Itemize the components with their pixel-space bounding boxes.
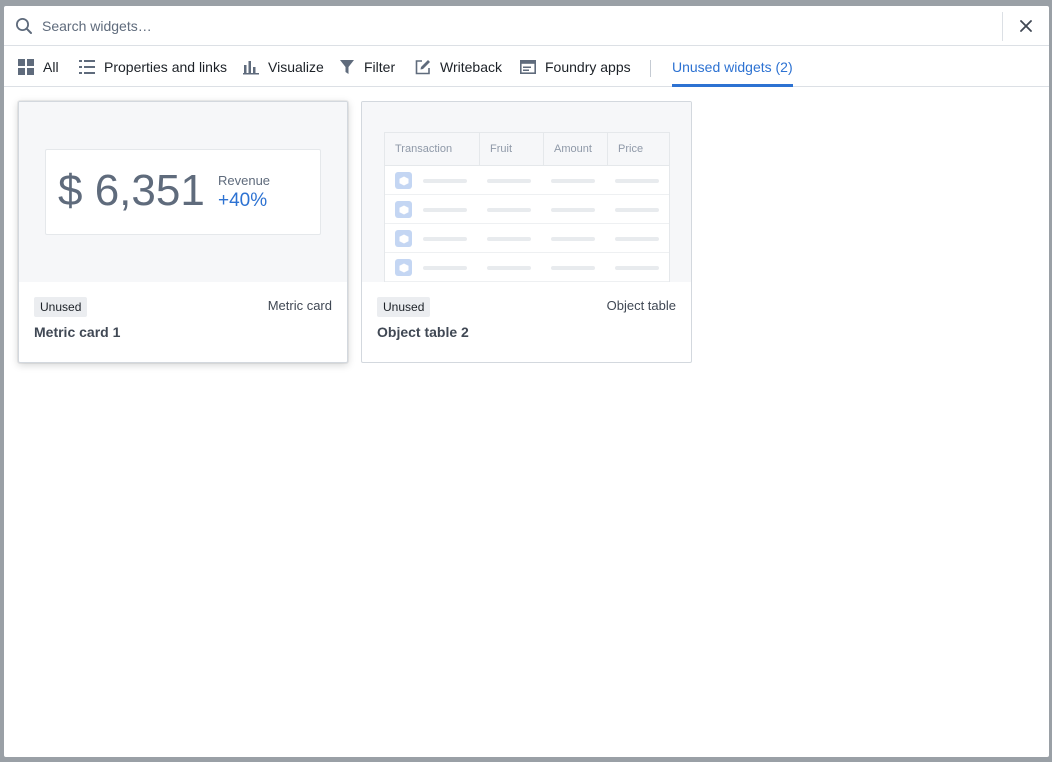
placeholder-bar: [551, 208, 595, 212]
placeholder-bar: [487, 208, 531, 212]
search-input[interactable]: [42, 12, 992, 40]
placeholder-bar: [487, 237, 531, 241]
placeholder-bar: [423, 179, 467, 183]
widget-type: Metric card: [267, 298, 332, 313]
tab-filter[interactable]: Filter: [339, 46, 395, 87]
list-icon: [79, 59, 95, 74]
column-header: Transaction: [385, 133, 480, 166]
table-row: [385, 253, 669, 282]
placeholder-bar: [551, 179, 595, 183]
tab-foundry-apps[interactable]: Foundry apps: [520, 46, 631, 87]
widget-preview: Transaction Fruit Amount Price: [362, 102, 691, 282]
tab-label: Filter: [364, 58, 396, 75]
placeholder-bar: [615, 179, 659, 183]
table-row: [385, 195, 669, 224]
tab-all[interactable]: All: [18, 46, 59, 87]
grid-icon: [18, 58, 34, 75]
widget-type: Object table: [606, 298, 676, 313]
search-icon: [16, 18, 32, 34]
card-footer: Unused Object table Object table 2: [362, 282, 691, 362]
column-header: Price: [618, 143, 644, 155]
widget-card-metric-card[interactable]: $ 6,351 Revenue +40% Unused Metric card …: [18, 101, 348, 363]
placeholder-bar: [615, 266, 659, 270]
placeholder-bar: [551, 237, 595, 241]
tab-label: Properties and links: [104, 58, 227, 75]
table-row: [385, 166, 669, 195]
placeholder-bar: [487, 179, 531, 183]
tab-divider: [650, 60, 651, 77]
unused-tag: Unused: [377, 297, 431, 317]
bar-chart-icon: [243, 60, 259, 74]
tab-properties-and-links[interactable]: Properties and links: [79, 46, 227, 87]
cube-icon: [395, 230, 412, 247]
application-icon: [520, 59, 536, 74]
placeholder-bar: [423, 237, 467, 241]
cube-icon: [395, 201, 412, 218]
tab-label: Visualize: [268, 58, 324, 75]
widget-title: Metric card 1: [34, 324, 121, 340]
cube-icon: [395, 172, 412, 189]
close-icon: [1020, 20, 1032, 32]
tab-writeback[interactable]: Writeback: [415, 46, 502, 87]
tab-label: Foundry apps: [545, 58, 631, 75]
filter-icon: [340, 59, 354, 74]
add-widget-dialog: All Properties and links Visualize Fil: [4, 6, 1049, 757]
category-tabs: All Properties and links Visualize Filte…: [4, 46, 1049, 87]
tab-label: All: [43, 58, 59, 75]
placeholder-bar: [615, 208, 659, 212]
widget-title: Object table 2: [377, 324, 469, 340]
metric-preview-box: $ 6,351 Revenue +40%: [45, 149, 321, 235]
tab-visualize[interactable]: Visualize: [243, 46, 324, 87]
placeholder-bar: [615, 237, 659, 241]
unused-tag: Unused: [34, 297, 88, 317]
widget-preview: $ 6,351 Revenue +40%: [19, 102, 347, 282]
placeholder-bar: [551, 266, 595, 270]
table-preview: Transaction Fruit Amount Price: [384, 132, 670, 282]
cube-icon: [395, 259, 412, 276]
table-header: Transaction Fruit Amount Price: [385, 133, 669, 166]
close-button[interactable]: [1016, 16, 1036, 36]
widget-card-object-table[interactable]: Transaction Fruit Amount Price Unused Ob…: [361, 101, 692, 363]
card-footer: Unused Metric card Metric card 1: [19, 282, 347, 362]
tab-unused-widgets[interactable]: Unused widgets (2): [672, 46, 793, 87]
column-header: Amount: [544, 133, 608, 166]
table-row: [385, 224, 669, 253]
metric-label: Revenue: [218, 173, 271, 188]
column-header: Fruit: [480, 133, 544, 166]
metric-change: +40%: [218, 190, 268, 211]
metric-value: $ 6,351: [58, 166, 205, 215]
search-bar: [4, 6, 1049, 46]
edit-icon: [415, 59, 430, 74]
placeholder-bar: [423, 266, 467, 270]
placeholder-bar: [487, 266, 531, 270]
tab-label: Unused widgets (2): [672, 58, 793, 75]
placeholder-bar: [423, 208, 467, 212]
divider: [1002, 12, 1003, 41]
tab-label: Writeback: [440, 58, 502, 75]
